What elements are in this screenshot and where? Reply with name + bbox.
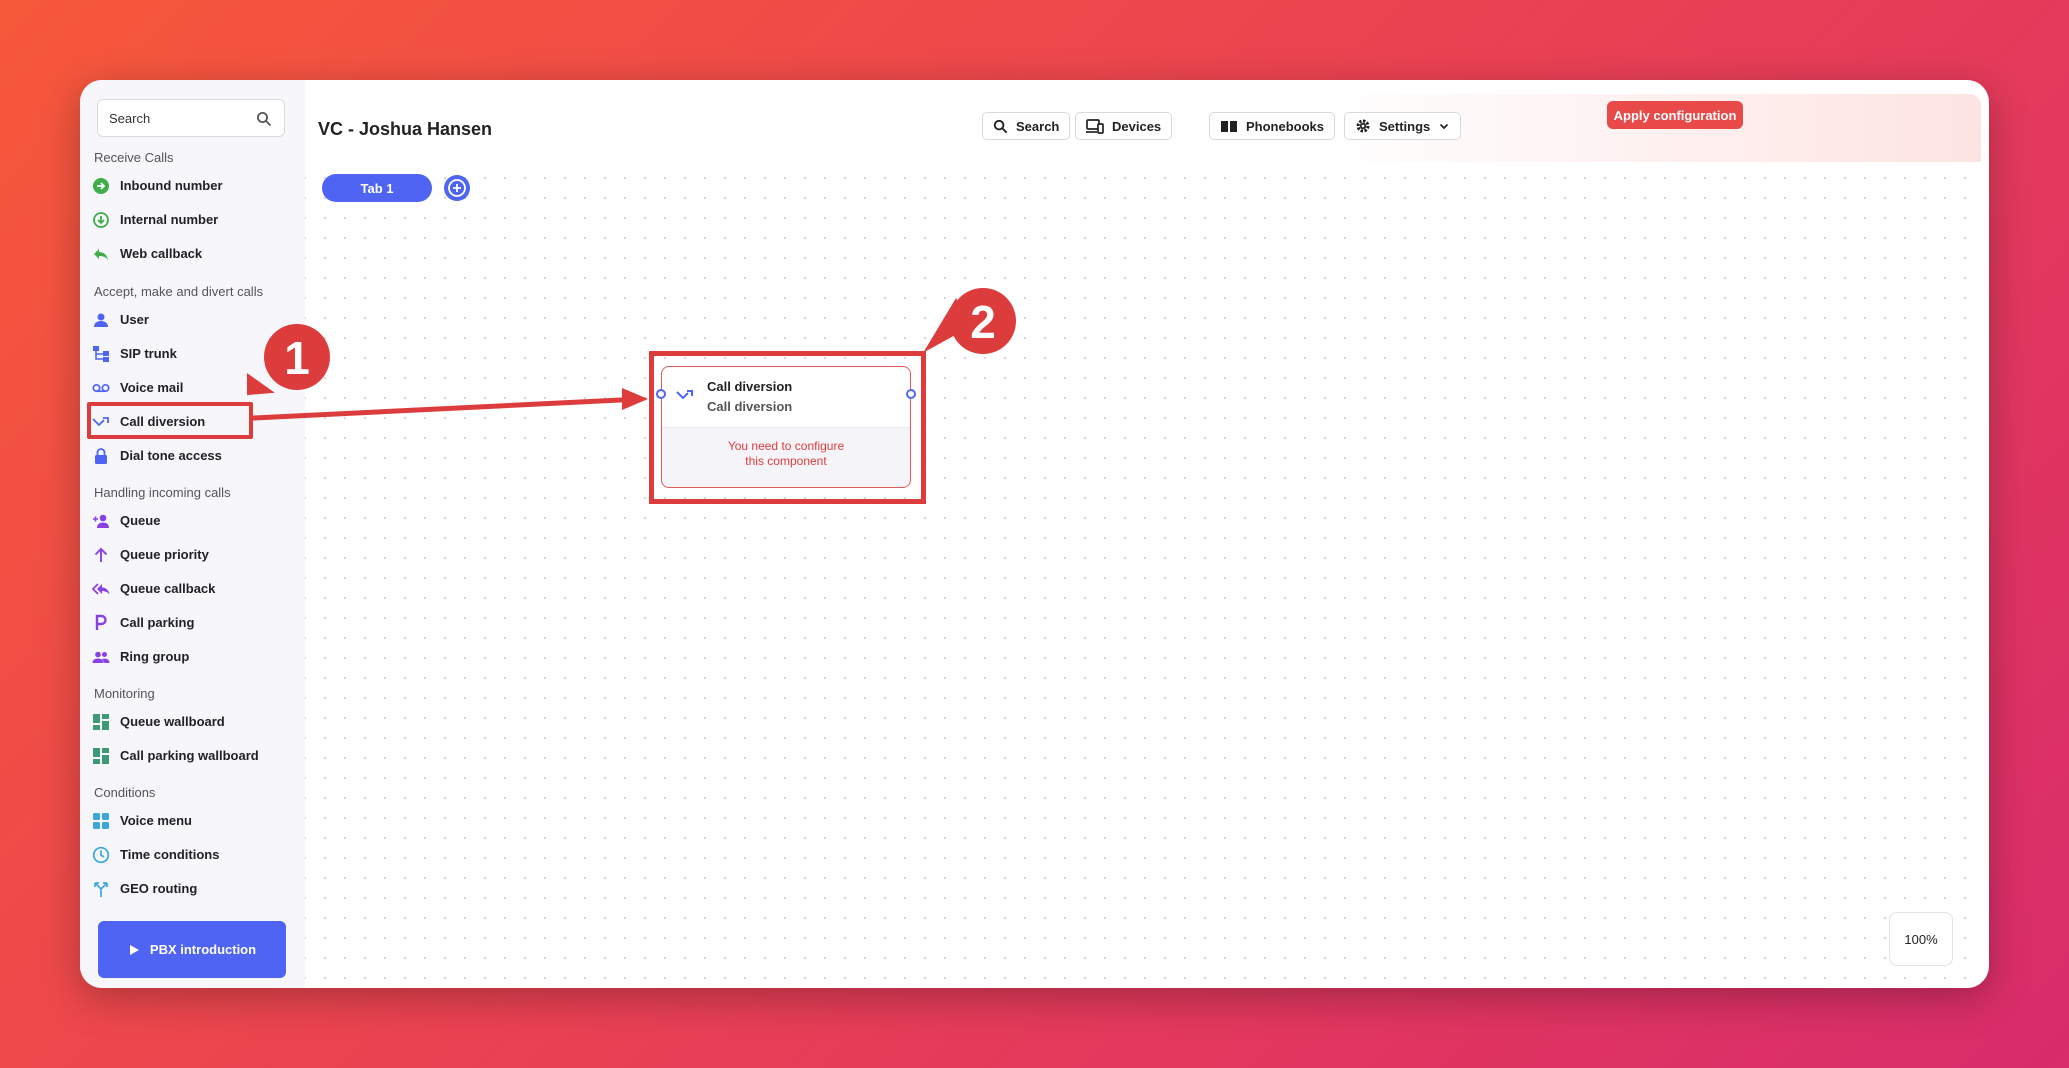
callout-2-label: 2 [970, 296, 996, 348]
callout-1-label: 1 [284, 332, 310, 384]
callout-2: 2 [923, 288, 1016, 354]
callout-1: 1 [247, 324, 330, 396]
annotation-arrow [252, 396, 643, 421]
annotation-arrowhead [622, 388, 648, 410]
annotation-overlay: 1 2 [247, 288, 1016, 421]
